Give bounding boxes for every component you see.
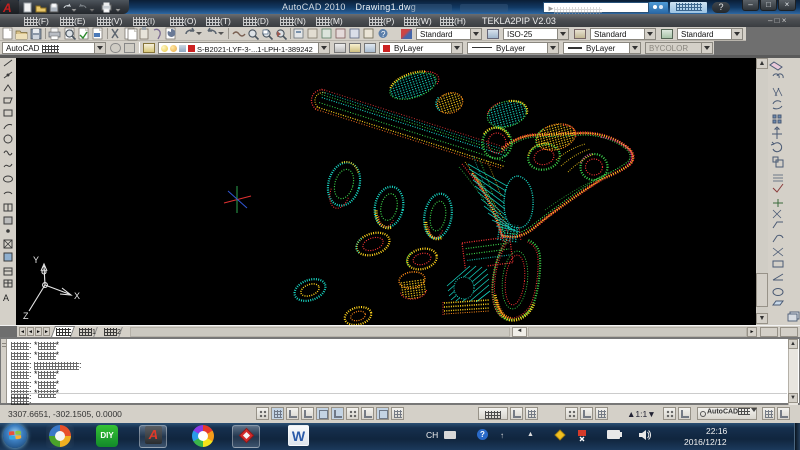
svg-text:Y: Y bbox=[33, 255, 39, 265]
svg-text:A: A bbox=[3, 293, 9, 303]
svg-text:X: X bbox=[74, 291, 80, 301]
svg-text:Z: Z bbox=[23, 311, 29, 321]
svg-text:?: ? bbox=[381, 30, 386, 39]
